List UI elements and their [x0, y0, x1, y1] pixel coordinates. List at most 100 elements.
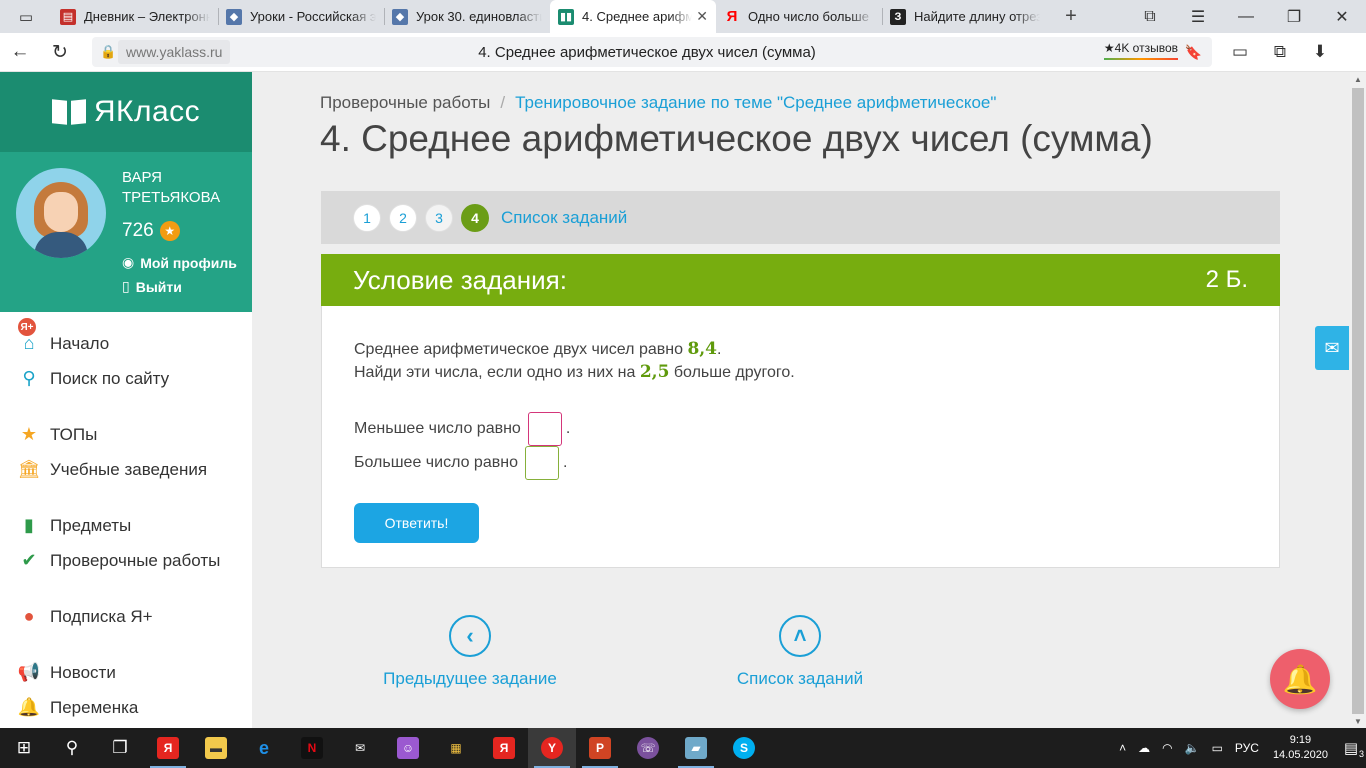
- step-1[interactable]: 1: [353, 203, 381, 232]
- scrollbar-thumb[interactable]: [1352, 88, 1364, 714]
- reload-icon[interactable]: ↻: [40, 33, 80, 72]
- windows-start-icon[interactable]: ⊞: [0, 728, 48, 768]
- sidebar-item-institutions[interactable]: 🏛 Учебные заведения: [0, 452, 252, 487]
- mail-icon[interactable]: ✉: [336, 728, 384, 768]
- sidebar-item-home[interactable]: ⌂ Начало: [0, 326, 252, 361]
- clock-date: 14.05.2020: [1272, 749, 1328, 761]
- breadcrumb-root[interactable]: Проверочные работы: [320, 93, 490, 112]
- back-arrow-icon[interactable]: ←: [0, 33, 40, 72]
- task-view-icon[interactable]: ❐: [96, 728, 144, 768]
- new-tab-button[interactable]: +: [1048, 0, 1094, 33]
- previous-task-label[interactable]: Предыдущее задание: [370, 669, 570, 689]
- restore-icon[interactable]: ❐: [1270, 0, 1318, 33]
- breadcrumb-current[interactable]: Тренировочное задание по теме "Среднее а…: [515, 93, 996, 112]
- url-field[interactable]: 🔒 www.yaklass.ru 4. Среднее арифметическ…: [92, 37, 1212, 67]
- scroll-down-icon[interactable]: ▼: [1350, 714, 1366, 728]
- onedrive-icon[interactable]: ☁: [1132, 741, 1156, 755]
- notification-count: 3: [1358, 749, 1364, 759]
- step-2[interactable]: 2: [389, 203, 417, 232]
- task-list-link[interactable]: Список заданий: [501, 208, 627, 228]
- sidebar-item-subjects[interactable]: ▮ Предметы: [0, 508, 252, 543]
- action-center-icon[interactable]: ▤ 3: [1336, 739, 1366, 759]
- sidebar-item-break[interactable]: 🔔 Переменка: [0, 690, 252, 725]
- ya-plus-badge[interactable]: Я+: [16, 316, 38, 338]
- sidebar-item-label: Проверочные работы: [50, 550, 221, 570]
- talking-tom-icon[interactable]: ☺: [384, 728, 432, 768]
- yaklass-icon: ▮▮: [558, 8, 574, 25]
- wifi-icon[interactable]: ◠: [1156, 741, 1178, 755]
- menu-icon[interactable]: ☰: [1174, 0, 1222, 33]
- my-profile-label: Мой профиль: [140, 254, 237, 271]
- chevron-left-icon[interactable]: ‹: [449, 615, 491, 657]
- bigger-number-input[interactable]: [524, 446, 559, 480]
- language-indicator[interactable]: РУС: [1229, 741, 1265, 755]
- tab-resh-lesson-30[interactable]: ◆ Урок 30. единовластие: [384, 0, 550, 33]
- download-icon[interactable]: ⬇: [1300, 33, 1340, 72]
- sidebar-item-news[interactable]: 📢 Новости: [0, 655, 252, 690]
- sidebar-item-search[interactable]: ⚲ Поиск по сайту: [0, 361, 252, 396]
- scroll-up-icon[interactable]: ▲: [1350, 72, 1366, 86]
- viber-icon[interactable]: ☏: [624, 728, 672, 768]
- store-icon[interactable]: ▦: [432, 728, 480, 768]
- notes-icon[interactable]: ▰: [672, 728, 720, 768]
- task-list-nav[interactable]: ˄ Список заданий: [700, 615, 900, 689]
- task-header-title: Условие задания:: [353, 264, 567, 295]
- smaller-number-label: Меньшее число равно: [354, 420, 521, 437]
- battery-icon[interactable]: ▭: [1206, 741, 1229, 755]
- yandex-browser-active-icon[interactable]: Y: [528, 728, 576, 768]
- bookmarks-icon[interactable]: ⧉: [1126, 0, 1174, 33]
- bookmark-icon[interactable]: 🔖: [1185, 44, 1202, 61]
- edge-icon[interactable]: e: [240, 728, 288, 768]
- skype-icon[interactable]: S: [720, 728, 768, 768]
- tab-znanija[interactable]: З Найдите длину отрезка: [882, 0, 1048, 33]
- sidebar-item-label: Подписка Я+: [50, 606, 153, 626]
- previous-task-nav[interactable]: ‹ Предыдущее задание: [370, 615, 570, 689]
- search-icon[interactable]: ⚲: [48, 728, 96, 768]
- yandex-icon: Я: [726, 8, 738, 25]
- battery-icon[interactable]: ▭: [1220, 33, 1260, 72]
- feedback-mail-icon[interactable]: ✉: [1315, 326, 1349, 370]
- smaller-number-input[interactable]: [527, 412, 562, 446]
- logout-link[interactable]: ▯ Выйти: [122, 278, 182, 295]
- minimize-icon[interactable]: —: [1222, 0, 1270, 33]
- sidebar: ЯКласс Я+ ВАРЯ ТРЕТЬЯКОВА 726 ★ ◉ Мой пр…: [0, 72, 252, 728]
- step-3[interactable]: 3: [425, 203, 453, 232]
- tab-resh-lessons[interactable]: ◆ Уроки - Российская электронная школа: [218, 0, 384, 33]
- task-header: Условие задания: 2 Б.: [321, 254, 1280, 306]
- chevron-up-icon[interactable]: ˄: [1113, 741, 1132, 755]
- avatar[interactable]: [16, 168, 106, 258]
- submit-answer-button[interactable]: Ответить!: [354, 503, 479, 543]
- logo[interactable]: ЯКласс: [0, 72, 252, 152]
- breadcrumb-separator: /: [500, 93, 506, 112]
- notification-bell-icon[interactable]: 🔔: [1270, 649, 1330, 709]
- file-explorer-icon[interactable]: ▬: [192, 728, 240, 768]
- clock[interactable]: 9:19 14.05.2020: [1265, 733, 1336, 763]
- close-tab-icon[interactable]: ✕: [696, 8, 708, 25]
- sidebar-item-tops[interactable]: ★ ТОПы: [0, 417, 252, 452]
- tab-diary[interactable]: ▤ Дневник – Электронный журнал: [52, 0, 218, 33]
- znanija-icon: З: [890, 8, 906, 25]
- tab-yandex[interactable]: Я Одно число больше: [716, 0, 882, 33]
- user-name[interactable]: ВАРЯ ТРЕТЬЯКОВА: [122, 168, 242, 208]
- yandex-icon[interactable]: Я: [480, 728, 528, 768]
- clock-time: 9:19: [1289, 734, 1312, 746]
- tabs-overview-icon[interactable]: ▭: [0, 0, 52, 33]
- tab-yaklass[interactable]: ▮▮ 4. Среднее арифметическое ✕: [550, 0, 716, 33]
- sidebar-item-tests[interactable]: ✔ Проверочные работы: [0, 543, 252, 578]
- page-scrollbar[interactable]: ▲ ▼: [1350, 72, 1366, 728]
- volume-icon[interactable]: 🔈: [1179, 741, 1206, 755]
- close-window-icon[interactable]: ✕: [1318, 0, 1366, 33]
- netflix-icon[interactable]: N: [288, 728, 336, 768]
- yandex-browser-icon[interactable]: Я: [144, 728, 192, 768]
- step-4[interactable]: 4: [461, 203, 489, 232]
- windows-taskbar: ⊞ ⚲ ❐ Я ▬ e N ✉ ☺ ▦ Я Y P ☏ ▰ S ˄ ☁ ◠ 🔈 …: [0, 728, 1366, 768]
- chevron-up-icon[interactable]: ˄: [779, 615, 821, 657]
- task-list-label[interactable]: Список заданий: [700, 669, 900, 689]
- collections-icon[interactable]: ⧉: [1260, 33, 1300, 72]
- my-profile-link[interactable]: ◉ Мой профиль: [122, 254, 237, 271]
- reviews-badge[interactable]: ★4K отзывов: [1103, 41, 1178, 60]
- task-steps-bar: 1 2 3 4 Список заданий: [321, 191, 1280, 244]
- sidebar-item-subscription[interactable]: ● Подписка Я+: [0, 599, 252, 634]
- sidebar-item-label: Новости: [50, 662, 116, 682]
- powerpoint-icon[interactable]: P: [576, 728, 624, 768]
